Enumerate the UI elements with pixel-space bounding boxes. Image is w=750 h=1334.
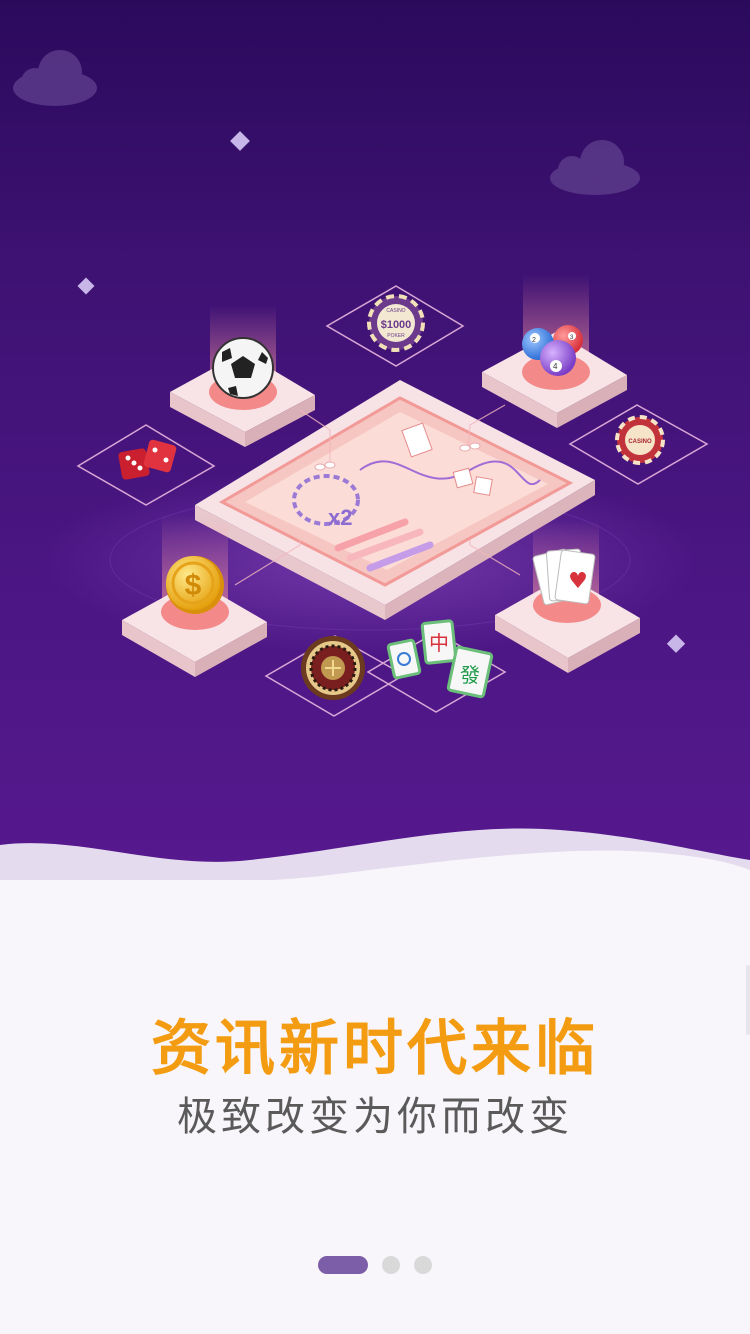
chip-top-text: CASINO bbox=[386, 308, 405, 314]
card-suit: ♥ bbox=[568, 569, 588, 594]
intro-subtitle: 极致改变为你而改变 bbox=[177, 1094, 573, 1140]
cloud-icon bbox=[550, 140, 640, 195]
casino-chip-icon: CASINO $1000 POKER bbox=[367, 294, 425, 352]
hero-illustration: x2 2 4 3 $ ♥ CASINO $1000 POKER CASINO 中… bbox=[0, 0, 750, 900]
page-indicator bbox=[0, 1256, 750, 1274]
tile-chip-small: CASINO bbox=[568, 404, 709, 485]
chip-bottom-text: POKER bbox=[387, 333, 405, 339]
intro-title: 资讯新时代来临 bbox=[151, 1014, 599, 1084]
coin-icon: $ bbox=[166, 556, 224, 614]
page-dot-1[interactable] bbox=[318, 1256, 368, 1274]
mahjong-tile-text: 中 bbox=[429, 631, 449, 655]
chip-value: $1000 bbox=[381, 319, 412, 331]
dice-icon bbox=[118, 439, 177, 480]
page-dot-3[interactable] bbox=[414, 1256, 432, 1274]
ball-number: 4 bbox=[553, 362, 558, 371]
casino-chip-icon: CASINO bbox=[615, 415, 665, 465]
ball-number: 2 bbox=[532, 337, 536, 344]
platform-football bbox=[170, 305, 315, 447]
mahjong-tile-text: 發 bbox=[460, 663, 480, 687]
chip-small-text: CASINO bbox=[628, 439, 652, 445]
football-icon bbox=[212, 337, 274, 399]
multiplier-label: x2 bbox=[328, 505, 352, 530]
casino-isometric-scene: x2 2 4 3 $ ♥ CASINO $1000 POKER CASINO 中… bbox=[0, 50, 750, 900]
roulette-wheel-icon bbox=[301, 636, 365, 700]
tile-chip-large: CASINO $1000 POKER bbox=[325, 285, 465, 367]
cloud-icon bbox=[13, 50, 97, 106]
coin-symbol: $ bbox=[185, 569, 202, 602]
page-dot-2[interactable] bbox=[382, 1256, 400, 1274]
